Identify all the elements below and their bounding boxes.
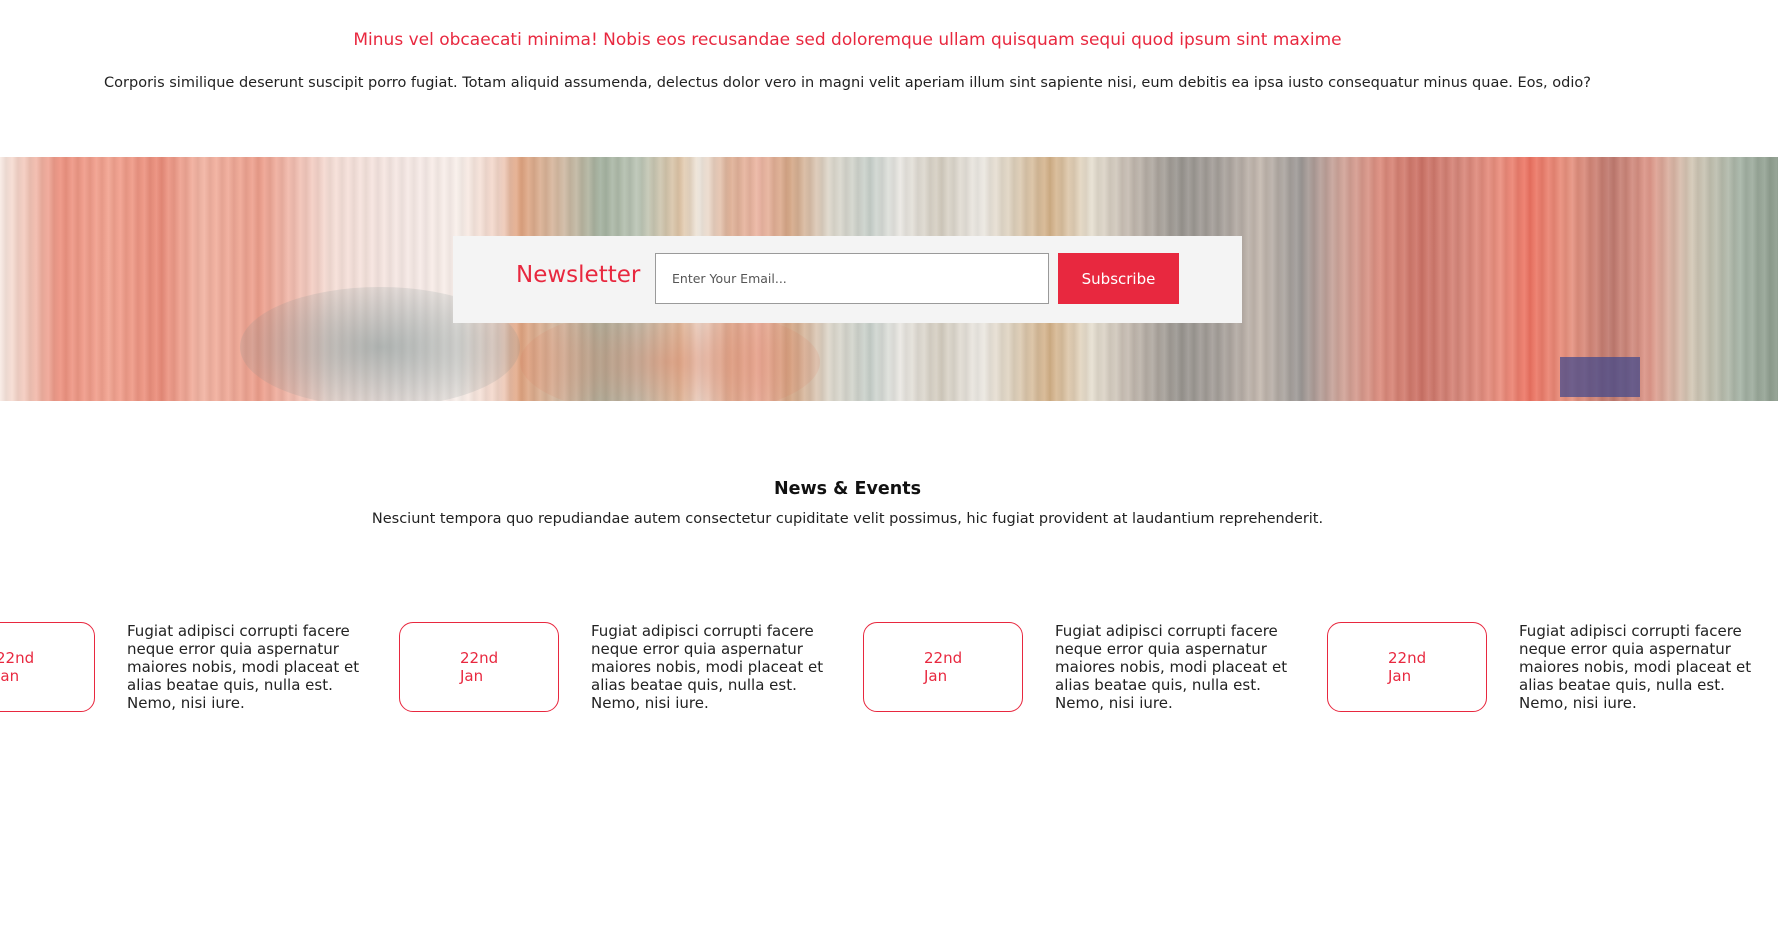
date-badge: 22nd Jan	[1327, 622, 1487, 712]
newsletter-label: Newsletter	[516, 262, 641, 288]
news-events-title: News & Events	[773, 479, 921, 499]
news-item-text: Fugiat adipisci corrupti facere neque er…	[127, 622, 360, 712]
intro-text: Corporis similique deserunt suscipit por…	[104, 75, 1591, 91]
date-badge: 22nd Jan	[399, 622, 559, 712]
news-item-text: Fugiat adipisci corrupti facere neque er…	[1519, 622, 1752, 712]
date-month: Jan	[0, 667, 20, 685]
news-events-subtitle: Nesciunt tempora quo repudiandae autem c…	[371, 511, 1324, 527]
newsletter-form: Newsletter Subscribe	[453, 236, 1242, 323]
subscribe-button[interactable]: Subscribe	[1058, 253, 1179, 304]
email-input[interactable]	[655, 253, 1049, 304]
banner-decoration	[1560, 357, 1640, 397]
news-item-text: Fugiat adipisci corrupti facere neque er…	[591, 622, 824, 712]
news-item-text: Fugiat adipisci corrupti facere neque er…	[1055, 622, 1288, 712]
date-badge: 22nd Jan	[863, 622, 1023, 712]
date-month: Jan	[460, 667, 484, 685]
date-day: 22nd	[924, 649, 963, 667]
intro-title: Minus vel obcaecati minima! Nobis eos re…	[353, 30, 1342, 50]
date-day: 22nd	[1388, 649, 1427, 667]
date-month: Jan	[924, 667, 948, 685]
date-badge: 22nd Jan	[0, 622, 95, 712]
date-day: 22nd	[0, 649, 35, 667]
date-day: 22nd	[460, 649, 499, 667]
date-month: Jan	[1388, 667, 1412, 685]
